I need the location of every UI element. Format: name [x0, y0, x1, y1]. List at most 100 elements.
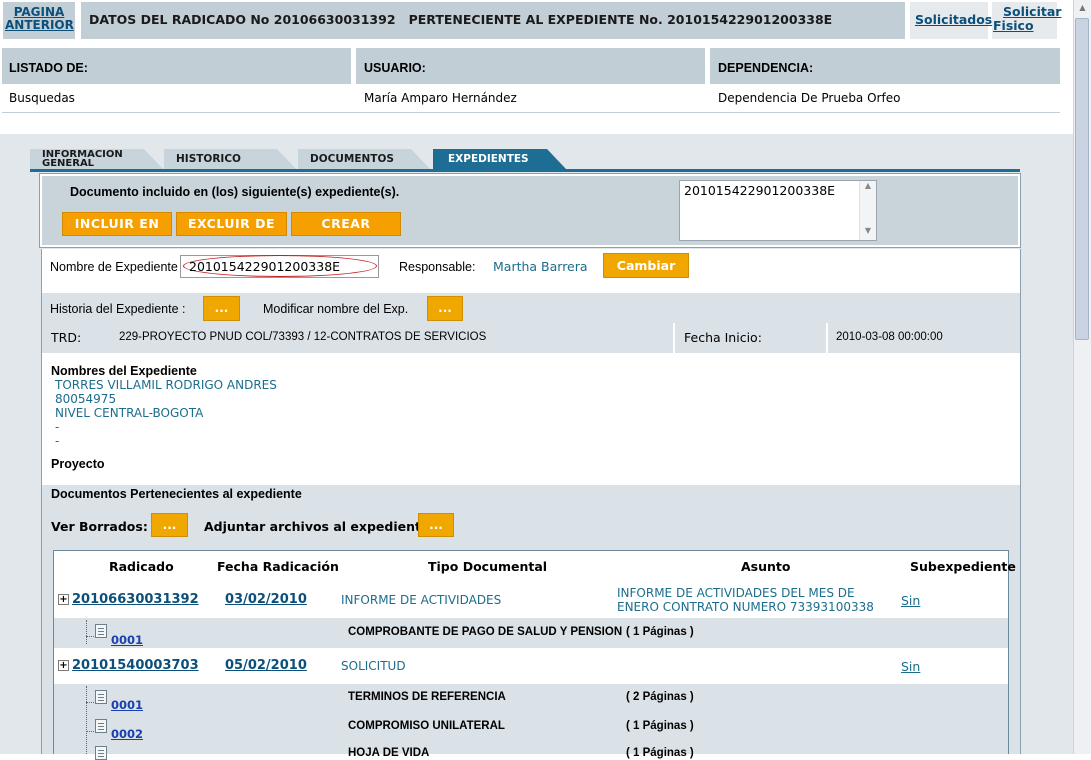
expand-icon[interactable]: + [58, 594, 69, 605]
annex-link[interactable]: 0001 [111, 633, 143, 647]
document-icon [95, 624, 107, 638]
col-tipo-header: Tipo Documental [428, 559, 548, 574]
ver-borrados-button[interactable]: ... [151, 513, 188, 537]
annex-pages: ( 1 Páginas ) [626, 626, 694, 638]
responsable-label: Responsable: [399, 260, 476, 274]
cambiar-button[interactable]: Cambiar [603, 253, 689, 278]
nombre-line-4: - [55, 420, 60, 434]
tab-underline [30, 169, 1020, 172]
solicitar-line2: Fisico [993, 18, 1034, 33]
fecha-link[interactable]: 05/02/2010 [225, 658, 307, 673]
tab-informacion-general[interactable]: INFORMACION GENERAL [30, 149, 163, 169]
trd-divider-1 [673, 323, 675, 353]
responsable-value: Martha Barrera [493, 259, 588, 274]
expedientes-listbox[interactable]: 201015422901200338E ▲ ▼ [679, 180, 877, 241]
nombre-line-3: NIVEL CENTRAL-BOGOTA [55, 406, 204, 420]
col-fecha-header: Fecha Radicación [217, 559, 339, 574]
tab-historico[interactable]: HISTORICO [164, 149, 296, 169]
tab-expedientes-label: EXPEDIENTES [448, 153, 529, 165]
back-link-line2: ANTERIOR [5, 18, 74, 32]
usuario-value: María Amparo Hernández [364, 91, 517, 105]
nombre-expediente-label: Nombre de Expediente : [50, 260, 185, 274]
annex-description: HOJA DE VIDA [348, 747, 430, 759]
trd-divider-2 [826, 323, 828, 353]
scroll-down-icon[interactable]: ▼ [860, 226, 876, 240]
annex-description: COMPROBANTE DE PAGO DE SALUD Y PENSION [348, 626, 623, 638]
radicado-link[interactable]: 20101540003703 [72, 658, 199, 673]
tree-line [86, 620, 87, 644]
ver-borrados-label: Ver Borrados: [51, 519, 148, 534]
tab-historico-label: HISTORICO [176, 153, 241, 165]
info-divider [2, 112, 1060, 113]
subexpediente-link[interactable]: Sin [901, 659, 920, 674]
page-scrollbar[interactable]: ▲ [1073, 0, 1091, 754]
scroll-up-icon[interactable]: ▲ [1074, 0, 1091, 16]
asunto-line1: INFORME DE ACTIVIDADES DEL MES DE [617, 586, 855, 600]
scroll-up-icon[interactable]: ▲ [860, 181, 876, 195]
col-sub-header: Subexpediente [910, 559, 1016, 574]
fecha-inicio-value: 2010-03-08 00:00:00 [836, 331, 943, 343]
fecha-link[interactable]: 03/02/2010 [225, 592, 307, 607]
document-icon [95, 719, 107, 733]
adjuntar-button[interactable]: ... [418, 513, 454, 537]
tree-line [86, 686, 87, 754]
nombres-title: Nombres del Expediente [51, 364, 197, 378]
annex-link[interactable]: 0002 [111, 727, 143, 741]
crear-button[interactable]: CREAR [291, 212, 401, 236]
document-icon [95, 690, 107, 704]
incluir-button[interactable]: INCLUIR EN [62, 212, 172, 236]
tipo-documental: SOLICITUD [341, 659, 406, 673]
nombre-line-1: TORRES VILLAMIL RODRIGO ANDRES [55, 378, 277, 392]
modificar-label: Modificar nombre del Exp. [263, 302, 409, 316]
trd-label: TRD: [51, 330, 82, 345]
dependencia-label: DEPENDENCIA: [718, 61, 814, 75]
nombre-expediente-value: 201015422901200338E [189, 259, 341, 274]
tab-documentos-label: DOCUMENTOS [310, 153, 394, 165]
annex-pages: ( 2 Páginas ) [626, 691, 694, 703]
col-asunto-header: Asunto [741, 559, 791, 574]
listado-label: LISTADO DE: [9, 61, 88, 75]
scrollbar-thumb[interactable] [1075, 18, 1089, 340]
annex-link[interactable]: 0001 [111, 698, 143, 712]
annex-description: TERMINOS DE REFERENCIA [348, 691, 506, 703]
documentos-title: Documentos Pertenecientes al expediente [51, 487, 302, 501]
nombre-line-2: 80054975 [55, 392, 117, 406]
annex-pages: ( 1 Páginas ) [626, 720, 694, 732]
solicitados-link[interactable]: Solicitados [915, 12, 992, 27]
usuario-label: USUARIO: [364, 61, 426, 75]
historia-button[interactable]: ... [203, 296, 240, 321]
nombre-line-5: - [55, 434, 60, 448]
back-link-line1: PAGINA [13, 5, 65, 19]
listbox-scrollbar[interactable]: ▲ ▼ [859, 181, 876, 240]
tree-branch [86, 702, 94, 703]
tree-branch [86, 731, 94, 732]
solicitar-line1: Solicitar [1003, 4, 1062, 19]
tipo-documental: INFORME DE ACTIVIDADES [341, 593, 502, 607]
document-icon [95, 746, 107, 760]
tree-branch [86, 636, 94, 637]
annex-row [54, 684, 1008, 754]
proyecto-label: Proyecto [51, 457, 105, 471]
annex-pages: ( 1 Páginas ) [626, 747, 694, 759]
excluir-button[interactable]: EXCLUIR DE [176, 212, 287, 236]
radicado-link[interactable]: 20106630031392 [72, 592, 199, 607]
included-text: Documento incluido en (los) siguiente(s)… [70, 185, 400, 199]
historia-row [42, 293, 1020, 323]
solicitar-fisico-link[interactable]: Solicitar Fisico [993, 5, 1061, 33]
fecha-inicio-label: Fecha Inicio: [684, 330, 762, 345]
adjuntar-label: Adjuntar archivos al expediente [204, 519, 430, 534]
annex-description: COMPROMISO UNILATERAL [348, 720, 505, 732]
expedientes-list-item[interactable]: 201015422901200338E [680, 181, 876, 200]
trd-value: 229-PROYECTO PNUD COL/73393 / 12-CONTRAT… [119, 331, 487, 343]
modificar-button[interactable]: ... [427, 296, 463, 321]
col-radicado-header: Radicado [109, 559, 174, 574]
tab-expedientes[interactable]: EXPEDIENTES [433, 149, 566, 169]
subexpediente-link[interactable]: Sin [901, 593, 920, 608]
expand-icon[interactable]: + [58, 660, 69, 671]
tab-documentos[interactable]: DOCUMENTOS [298, 149, 430, 169]
page-title: DATOS DEL RADICADO No 20106630031392 PER… [89, 12, 833, 27]
historia-label: Historia del Expediente : [50, 302, 186, 316]
back-link[interactable]: PAGINA ANTERIOR [5, 5, 74, 32]
tab-info-line2: GENERAL [42, 158, 95, 169]
asunto-line2: ENERO CONTRATO NUMERO 73393100338 [617, 600, 874, 614]
